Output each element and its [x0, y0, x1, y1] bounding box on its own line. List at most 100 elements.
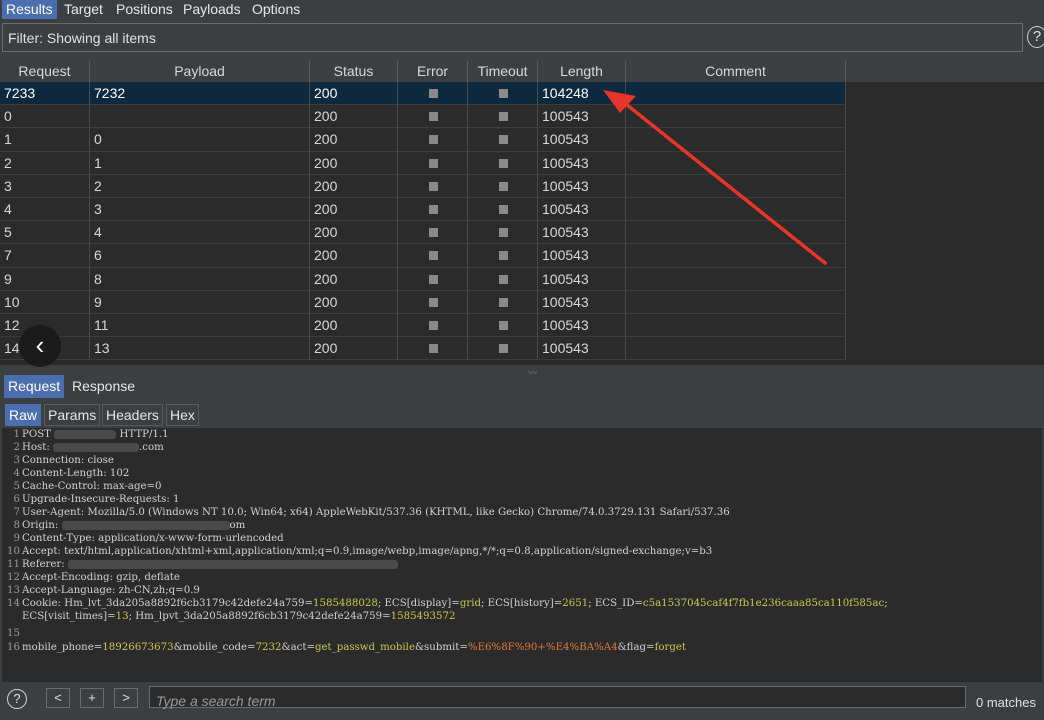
raw-text: Host: [22, 442, 54, 453]
checkbox-icon [428, 320, 438, 330]
col-payload[interactable]: Payload [90, 61, 310, 82]
prev-match-button[interactable]: < [46, 688, 70, 708]
table-row[interactable]: 5 4 200 100543 [0, 221, 846, 245]
checkbox-icon [498, 112, 508, 122]
raw-line: 11 Referer: [2, 558, 398, 571]
tab-request[interactable]: Request [4, 375, 65, 398]
raw-text: Accept-Language: zh-CN,zh;q=0.9 [22, 585, 200, 596]
table-row[interactable]: 1 0 200 100543 [0, 128, 846, 152]
cell-length: 104248 [538, 82, 626, 106]
checkbox-icon [428, 135, 438, 145]
checkbox-icon [428, 181, 438, 191]
raw-line: 13 Accept-Language: zh-CN,zh;q=0.9 [7, 585, 200, 596]
raw-line: ECS[visit_times]=13; Hm_lpvt_3da205a8892… [2, 610, 455, 623]
table-row[interactable]: 4 3 200 100543 [0, 197, 846, 222]
cell-error [398, 313, 468, 338]
raw-text: Connection: close [22, 455, 114, 466]
cell-error [398, 290, 468, 314]
cell-timeout [468, 151, 538, 175]
raw-line: 2 Host: .com [13, 442, 164, 453]
cell-timeout [468, 105, 538, 129]
col-comment[interactable]: Comment [626, 61, 846, 82]
tab-raw[interactable]: Raw [5, 404, 42, 426]
raw-line: 15 [7, 628, 20, 639]
add-button[interactable]: + [80, 688, 104, 708]
results-table: Request Payload Status Error Timeout Len… [0, 61, 1044, 365]
table-row[interactable]: 12 11 200 100543 [0, 313, 846, 338]
tab-params[interactable]: Params [44, 404, 101, 426]
table-row[interactable]: 2 1 200 100543 [0, 151, 846, 175]
col-request[interactable]: Request [0, 61, 90, 82]
cell-status: 200 [310, 290, 398, 314]
cell-comment [626, 313, 846, 338]
raw-line: 4 Content-Length: 102 [13, 468, 130, 479]
raw-text: ECS[visit_times]= [22, 611, 116, 622]
raw-text: HTTP/1.1 [119, 429, 169, 440]
table-row[interactable]: 10 9 200 100543 [0, 290, 846, 314]
cookie-value: 2651 [562, 598, 589, 609]
next-match-button[interactable]: > [114, 688, 138, 708]
checkbox-icon [428, 112, 438, 122]
cookie-value: grid [459, 598, 481, 609]
raw-request-editor[interactable]: 1 POST HTTP/1.1 2 Host: .com 3 Connection: … [2, 428, 1042, 682]
raw-text: Upgrade-Insecure-Requests: 1 [22, 494, 180, 505]
cell-payload: 7232 [90, 82, 310, 106]
filter-bar[interactable]: Filter: Showing all items [2, 23, 1023, 52]
table-row[interactable]: 7 6 200 100543 [0, 244, 846, 268]
cell-comment [626, 221, 846, 245]
tab-positions[interactable]: Positions [112, 0, 177, 19]
tab-payloads[interactable]: Payloads [179, 0, 245, 19]
raw-text: Origin: [22, 520, 62, 531]
tab-response[interactable]: Response [68, 375, 139, 398]
top-tabbar: Results Target Positions Payloads Option… [0, 0, 1044, 19]
cell-error [398, 244, 468, 268]
back-icon[interactable]: ‹ [19, 325, 61, 367]
table-row[interactable]: 7233 7232 200 104248 [0, 82, 846, 106]
cell-request: 0 [0, 105, 90, 129]
table-row[interactable]: 9 8 200 100543 [0, 267, 846, 291]
checkbox-icon [428, 251, 438, 261]
tab-options[interactable]: Options [248, 0, 304, 19]
cell-request: 2 [0, 151, 90, 175]
checkbox-icon [428, 158, 438, 168]
cell-payload: 11 [90, 313, 310, 338]
col-timeout[interactable]: Timeout [468, 61, 538, 82]
raw-text: Cache-Control: max-age=0 [22, 481, 162, 492]
raw-line: 3 Connection: close [13, 455, 114, 466]
cell-comment [626, 290, 846, 314]
cell-length: 100543 [538, 290, 626, 314]
cell-status: 200 [310, 105, 398, 129]
raw-line: 8 Origin: om [13, 520, 246, 531]
cell-payload: 1 [90, 151, 310, 175]
raw-text: POST [22, 429, 55, 440]
help-icon[interactable]: ? [7, 689, 27, 709]
tab-results[interactable]: Results [2, 0, 57, 19]
cell-payload: 13 [90, 337, 310, 361]
table-body: 7233 7232 200 104248 0 200 100543 1 0 200 100543 2 1… [0, 82, 846, 361]
cell-request: 4 [0, 197, 90, 222]
checkbox-icon [498, 344, 508, 354]
checkbox-icon [498, 181, 508, 191]
help-icon[interactable]: ? [1027, 26, 1044, 48]
search-input[interactable]: Type a search term [149, 686, 966, 709]
cell-comment [626, 151, 846, 175]
col-error[interactable]: Error [398, 61, 468, 82]
tab-headers[interactable]: Headers [102, 404, 163, 426]
cell-status: 200 [310, 128, 398, 152]
cell-status: 200 [310, 82, 398, 106]
cell-comment [626, 128, 846, 152]
raw-text: ; ECS[display]= [377, 598, 460, 609]
tab-hex[interactable]: Hex [166, 404, 199, 426]
table-row[interactable]: 3 2 200 100543 [0, 174, 846, 198]
col-length[interactable]: Length [538, 61, 626, 82]
table-row[interactable]: 14 13 200 100543 [0, 337, 846, 361]
table-row[interactable]: 0 200 100543 [0, 105, 846, 129]
cell-length: 100543 [538, 267, 626, 291]
cell-length: 100543 [538, 337, 626, 361]
col-status[interactable]: Status [310, 61, 398, 82]
cell-comment [626, 337, 846, 361]
cell-status: 200 [310, 151, 398, 175]
tab-target[interactable]: Target [60, 0, 107, 19]
cell-request: 7233 [0, 82, 90, 106]
table-header: Request Payload Status Error Timeout Len… [0, 61, 1044, 82]
